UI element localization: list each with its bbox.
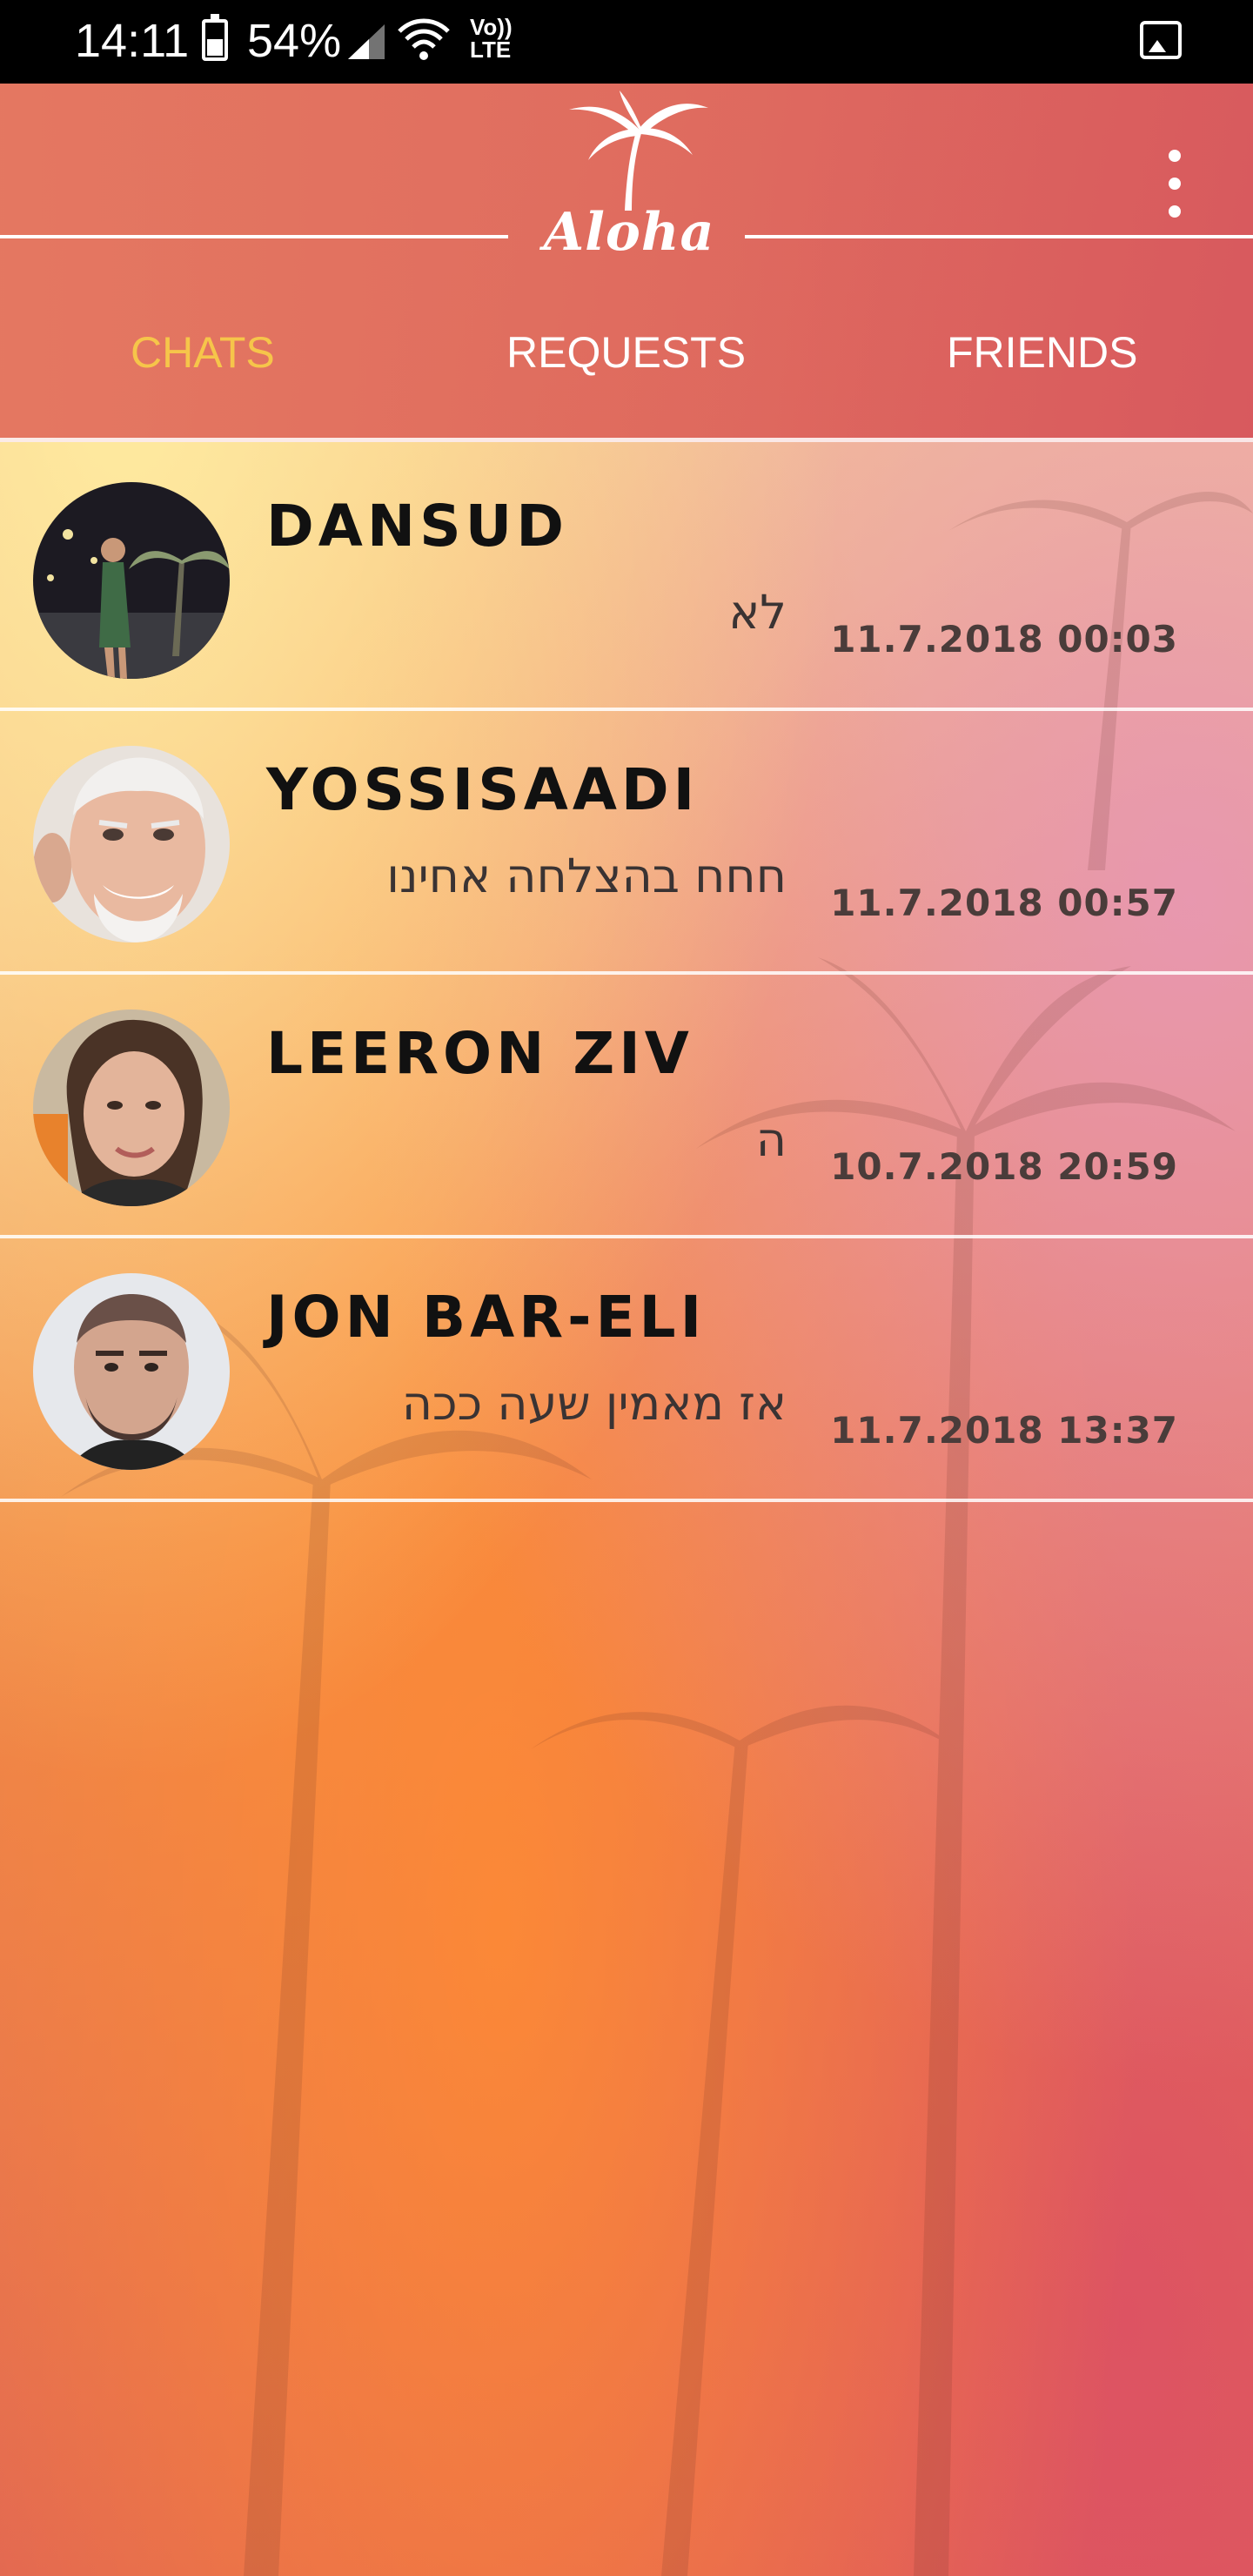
avatar-image bbox=[33, 1273, 230, 1470]
more-vert-icon bbox=[1169, 150, 1181, 162]
header-divider-right bbox=[745, 235, 1253, 238]
header-bottom-divider bbox=[0, 438, 1253, 442]
status-bar: 14:11 54% Vo)) LTE bbox=[0, 0, 1253, 84]
gallery-icon[interactable] bbox=[1140, 21, 1182, 59]
message-timestamp: 10.7.2018 20:59 bbox=[830, 1145, 1178, 1188]
tab-friends[interactable]: FRIENDS bbox=[947, 327, 1137, 378]
aloha-logo: Aloha bbox=[531, 91, 727, 265]
more-vert-dot bbox=[1169, 205, 1181, 218]
chat-item-dansud[interactable]: DANSUD לא 11.7.2018 00:03 bbox=[0, 447, 1253, 711]
tab-requests[interactable]: REQUESTS bbox=[506, 327, 746, 378]
wifi-icon bbox=[398, 18, 450, 60]
message-timestamp: 11.7.2018 00:57 bbox=[830, 882, 1178, 924]
more-options-button[interactable] bbox=[1157, 144, 1192, 223]
volte-indicator: Vo)) LTE bbox=[470, 14, 513, 63]
contact-name: DANSUD bbox=[266, 493, 569, 560]
chat-item-jon-bar-eli[interactable]: JON BAR-ELI אז מאמין שעה ככה 11.7.2018 1… bbox=[0, 1238, 1253, 1502]
avatar-image bbox=[33, 1010, 230, 1206]
last-message: ה bbox=[755, 1112, 787, 1167]
signal-icon bbox=[348, 24, 385, 59]
tab-chats[interactable]: CHATS bbox=[131, 327, 275, 378]
palm-logo-icon bbox=[569, 91, 708, 211]
battery-icon bbox=[202, 14, 228, 61]
chat-list: DANSUD לא 11.7.2018 00:03 YOSSISAADI חחח… bbox=[0, 447, 1253, 1502]
last-message: אז מאמין שעה ככה bbox=[401, 1376, 787, 1431]
last-message: חחח בהצלחה אחינו bbox=[386, 849, 787, 903]
avatar[interactable] bbox=[33, 1010, 230, 1206]
last-message: לא bbox=[728, 585, 787, 640]
chat-item-leeron-ziv[interactable]: LEERON ZIV ה 10.7.2018 20:59 bbox=[0, 975, 1253, 1238]
contact-name: LEERON ZIV bbox=[266, 1020, 694, 1087]
status-time: 14:11 bbox=[75, 15, 190, 67]
contact-name: JON BAR-ELI bbox=[266, 1284, 707, 1351]
message-timestamp: 11.7.2018 00:03 bbox=[830, 618, 1178, 661]
avatar[interactable] bbox=[33, 746, 230, 943]
avatar-image bbox=[33, 746, 230, 943]
logo-text: Aloha bbox=[543, 202, 715, 263]
app-header: Aloha CHATS REQUESTS FRIENDS bbox=[0, 84, 1253, 442]
more-vert-dot bbox=[1169, 178, 1181, 190]
chat-item-yossisaadi[interactable]: YOSSISAADI חחח בהצלחה אחינו 11.7.2018 00… bbox=[0, 711, 1253, 975]
avatar[interactable] bbox=[33, 482, 230, 679]
header-divider-left bbox=[0, 235, 508, 238]
avatar-image bbox=[33, 482, 230, 679]
avatar[interactable] bbox=[33, 1273, 230, 1470]
message-timestamp: 11.7.2018 13:37 bbox=[830, 1409, 1178, 1452]
contact-name: YOSSISAADI bbox=[266, 756, 700, 823]
status-battery: 54% bbox=[247, 15, 342, 67]
